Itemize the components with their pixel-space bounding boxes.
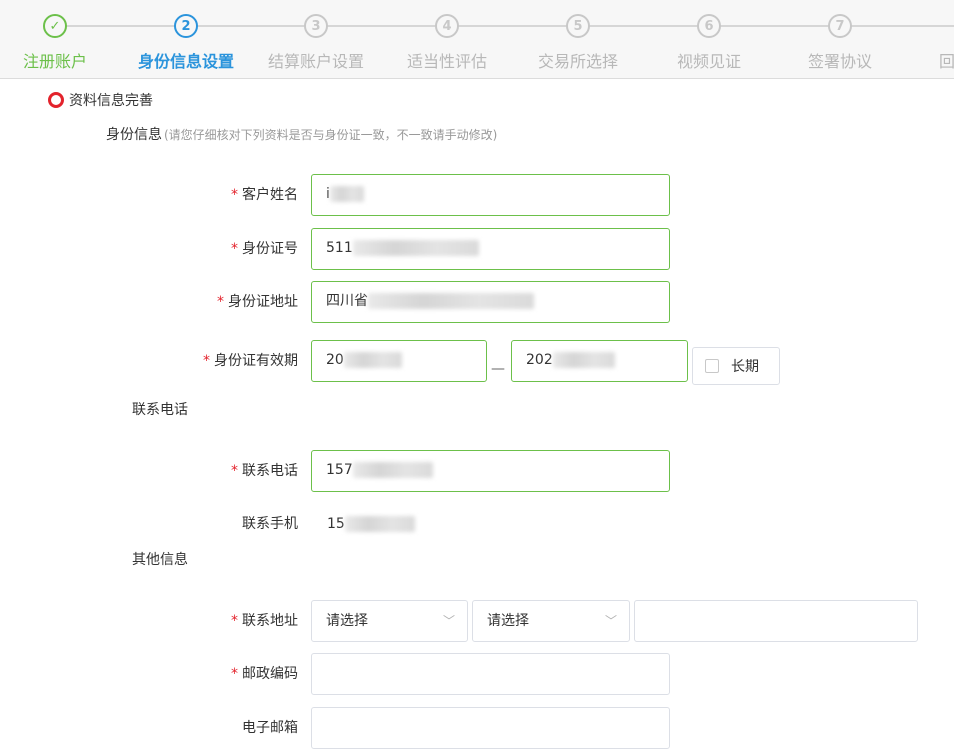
section-title-text: 资料信息完善 [69, 93, 153, 109]
identity-hint: (请您仔细核对下列资料是否与身份证一致，不一致请手动修改) [164, 128, 498, 142]
checkbox-icon [705, 359, 719, 373]
step-3-label: 结算账户设置 [267, 52, 364, 71]
section-title: 资料信息完善 [48, 90, 153, 110]
step-4-number: 4 [435, 14, 459, 38]
identity-subtitle: 身份信息 (请您仔细核对下列资料是否与身份证一致，不一致请手动修改) [106, 124, 497, 144]
step-2-label: 身份信息设置 [137, 52, 234, 71]
step-5-number: 5 [566, 14, 590, 38]
email-label: 电子邮箱 [242, 720, 298, 736]
radio-bullet-icon [48, 92, 64, 108]
step-7: 7 签署协议 [775, 0, 905, 78]
province-select[interactable]: 请选择 ﹀ [311, 600, 468, 642]
progress-stepper: ✓ 注册账户 2 身份信息设置 3 结算账户设置 4 适当性评估 5 交易所选择… [0, 0, 954, 79]
validity-start-field[interactable]: 20 [311, 340, 487, 382]
id-address-label: * 身份证地址 [217, 294, 298, 310]
detail-address-field[interactable] [634, 600, 918, 642]
step-3: 3 结算账户设置 [251, 0, 381, 78]
validity-label: * 身份证有效期 [203, 353, 298, 369]
step-1-label: 注册账户 [22, 52, 87, 71]
step-6-number: 6 [697, 14, 721, 38]
chevron-down-icon: ﹀ [604, 614, 617, 628]
step-5-label: 交易所选择 [537, 52, 618, 71]
long-term-label: 长期 [731, 359, 759, 375]
zip-field[interactable] [311, 653, 670, 695]
identity-subtitle-text: 身份信息 [106, 127, 162, 143]
id-number-label: * 身份证号 [231, 241, 298, 257]
validity-separator: — [491, 361, 505, 377]
name-field[interactable]: i [311, 174, 670, 216]
phone-label: * 联系电话 [231, 463, 298, 479]
step-2: 2 身份信息设置 [121, 0, 251, 78]
step-8: 回 [905, 0, 954, 78]
email-field[interactable] [311, 707, 670, 749]
mobile-value: 15 [327, 504, 415, 544]
step-3-number: 3 [304, 14, 328, 38]
checkmark-icon: ✓ [43, 14, 67, 38]
validity-end-field[interactable]: 202 [511, 340, 688, 382]
step-7-label: 签署协议 [807, 52, 872, 71]
contact-group-label: 联系电话 [132, 402, 188, 418]
zip-label: * 邮政编码 [231, 666, 298, 682]
long-term-checkbox[interactable]: 长期 [692, 347, 780, 385]
id-number-field[interactable]: 511 [311, 228, 670, 270]
step-4: 4 适当性评估 [382, 0, 512, 78]
chevron-down-icon: ﹀ [442, 614, 455, 628]
step-6: 6 视频见证 [644, 0, 774, 78]
name-label: * 客户姓名 [231, 187, 298, 203]
step-6-label: 视频见证 [676, 52, 741, 71]
step-2-number: 2 [174, 14, 198, 38]
step-7-number: 7 [828, 14, 852, 38]
city-select[interactable]: 请选择 ﹀ [472, 600, 630, 642]
step-5: 5 交易所选择 [513, 0, 643, 78]
other-group-label: 其他信息 [132, 552, 188, 568]
mobile-label: 联系手机 [242, 516, 298, 532]
id-address-field[interactable]: 四川省 [311, 281, 670, 323]
step-8-label: 回 [939, 52, 954, 71]
step-4-label: 适当性评估 [406, 52, 487, 71]
step-1: ✓ 注册账户 [0, 0, 120, 78]
contact-address-label: * 联系地址 [231, 613, 298, 629]
phone-field[interactable]: 157 [311, 450, 670, 492]
